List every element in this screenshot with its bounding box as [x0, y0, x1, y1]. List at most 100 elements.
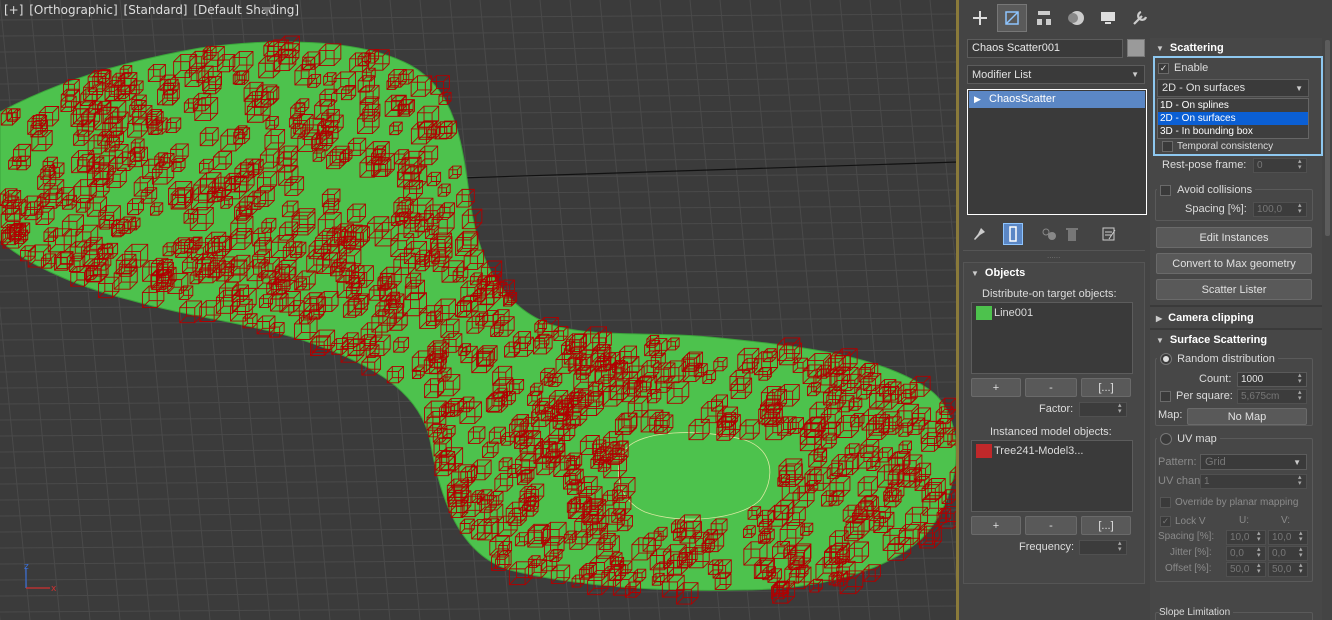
display-icon: [1101, 12, 1115, 24]
scatter-lister-button[interactable]: Scatter Lister: [1156, 279, 1312, 300]
slope-limitation-label: Slope Limitation: [1159, 607, 1234, 618]
scatter-mode-dropdown[interactable]: 2D - On surfaces ▼: [1157, 79, 1309, 97]
add-instance-button[interactable]: +: [971, 516, 1021, 535]
spacing-v-spinner[interactable]: 10,0: [1268, 530, 1308, 545]
stack-item-label: ChaosScatter: [989, 93, 1056, 105]
factor-label: Factor:: [1039, 403, 1074, 415]
avoid-collisions-toggle[interactable]: Avoid collisions: [1157, 184, 1256, 197]
instanced-objects-label: Instanced model objects:: [990, 426, 1112, 438]
viewport-view-label[interactable]: [Orthographic]: [29, 3, 117, 17]
filter-icon[interactable]: [261, 5, 273, 17]
viewport-label[interactable]: [+] [Orthographic] [Standard] [Default S…: [4, 3, 301, 17]
jitter-v-spinner[interactable]: 0,0: [1268, 546, 1308, 561]
display-tab[interactable]: [1093, 4, 1123, 32]
v-column-label: V:: [1281, 515, 1291, 526]
rest-pose-spinner[interactable]: 0: [1253, 158, 1307, 173]
viewport-orthographic[interactable]: [+] [Orthographic] [Standard] [Default S…: [0, 0, 958, 620]
surface-scattering-rollout-header[interactable]: ▼ Surface Scattering: [1152, 331, 1322, 349]
show-end-result-button[interactable]: [1003, 223, 1023, 245]
scatter-mode-options[interactable]: 1D - On splines 2D - On surfaces 3D - In…: [1157, 98, 1309, 139]
no-map-button[interactable]: No Map: [1187, 408, 1307, 425]
modifier-list-label: Modifier List: [972, 68, 1032, 81]
lock-v-checkbox[interactable]: ✓: [1160, 516, 1171, 527]
add-target-button[interactable]: +: [971, 378, 1021, 397]
panel-scrollbar[interactable]: [1325, 40, 1330, 236]
remove-target-button[interactable]: -: [1025, 378, 1077, 397]
instance-object-item[interactable]: Tree241-Model3...: [994, 445, 1083, 457]
utilities-icon: [1133, 10, 1148, 25]
override-planar-checkbox[interactable]: [1160, 497, 1171, 508]
offset-label: Offset [%]:: [1165, 563, 1212, 574]
avoid-collisions-checkbox[interactable]: [1160, 184, 1171, 196]
offset-u-spinner[interactable]: 50,0: [1226, 562, 1266, 577]
command-panel: Chaos Scatter001 Modifier List ▼ ▶ ChaosS…: [959, 0, 1332, 620]
count-spinner[interactable]: 1000: [1237, 372, 1307, 387]
motion-tab[interactable]: [1061, 4, 1091, 32]
target-objects-list[interactable]: Line001: [971, 302, 1133, 374]
utilities-tab[interactable]: [1125, 4, 1155, 32]
more-instances-button[interactable]: [...]: [1081, 516, 1131, 535]
object-name-field[interactable]: Chaos Scatter001: [967, 39, 1123, 58]
distribute-on-label: Distribute-on target objects:: [982, 288, 1117, 300]
pattern-dropdown[interactable]: Grid ▼: [1200, 454, 1307, 470]
scattering-rollout-header[interactable]: ▼ Scattering: [1152, 39, 1322, 57]
spacing-u-spinner[interactable]: 10,0: [1226, 530, 1266, 545]
convert-to-max-geometry-button[interactable]: Convert to Max geometry: [1156, 253, 1312, 274]
uv-channel-spinner[interactable]: 1: [1200, 474, 1307, 489]
remove-modifier-icon[interactable]: [1065, 226, 1079, 242]
spacing-spinner[interactable]: 100,0: [1253, 202, 1307, 217]
configure-modifier-sets-icon[interactable]: [1101, 226, 1117, 242]
mode-option-3d[interactable]: 3D - In bounding box: [1158, 125, 1308, 138]
temporal-consistency-checkbox[interactable]: [1162, 141, 1173, 152]
u-column-label: U:: [1239, 515, 1249, 526]
object-color-swatch[interactable]: [1127, 39, 1145, 57]
factor-spinner[interactable]: [1079, 402, 1127, 417]
random-distribution-radio[interactable]: [1160, 353, 1172, 366]
pin-stack-icon[interactable]: [971, 226, 987, 242]
camera-clipping-title: Camera clipping: [1168, 312, 1254, 324]
target-object-item[interactable]: Line001: [994, 307, 1033, 319]
divider: [1150, 305, 1322, 307]
create-icon: [973, 11, 987, 25]
jitter-u-spinner[interactable]: 0,0: [1226, 546, 1266, 561]
camera-clipping-rollout-header[interactable]: ▶ Camera clipping: [1152, 309, 1322, 327]
drag-handle-icon[interactable]: ......: [1047, 251, 1060, 260]
frequency-spinner[interactable]: [1079, 540, 1127, 555]
uv-map-option[interactable]: UV map: [1157, 433, 1220, 446]
offset-v-spinner[interactable]: 50,0: [1268, 562, 1308, 577]
make-unique-icon[interactable]: [1041, 226, 1057, 242]
remove-instance-button[interactable]: -: [1025, 516, 1077, 535]
viewport-standard-label[interactable]: [Standard]: [124, 3, 188, 17]
uv-map-radio[interactable]: [1160, 433, 1172, 446]
hierarchy-tab[interactable]: [1029, 4, 1059, 32]
mode-option-2d[interactable]: 2D - On surfaces: [1158, 112, 1308, 125]
command-panel-tabs: [959, 0, 1332, 36]
jitter-label: Jitter [%]:: [1170, 547, 1212, 558]
lock-v-label: Lock V: [1175, 516, 1206, 527]
temporal-consistency-label: Temporal consistency: [1177, 141, 1274, 152]
more-targets-button[interactable]: [...]: [1081, 378, 1131, 397]
expand-triangle-icon[interactable]: ▶: [974, 91, 981, 108]
viewport-shading-label[interactable]: [Default Shading]: [193, 3, 299, 17]
modifier-stack[interactable]: ▶ ChaosScatter: [967, 89, 1147, 215]
enable-checkbox[interactable]: ✓: [1158, 63, 1169, 74]
mode-option-1d[interactable]: 1D - On splines: [1158, 99, 1308, 112]
uv-spacing-label: Spacing [%]:: [1158, 531, 1215, 542]
per-square-spinner[interactable]: 5,675cm: [1237, 389, 1307, 404]
target-color-swatch: [976, 306, 992, 320]
divider: [1150, 328, 1322, 330]
per-square-checkbox[interactable]: [1160, 391, 1171, 402]
random-distribution-option[interactable]: Random distribution: [1157, 353, 1278, 366]
objects-rollout-header[interactable]: ▼ Objects: [967, 264, 1137, 282]
create-tab[interactable]: [965, 4, 995, 32]
instanced-objects-list[interactable]: Tree241-Model3...: [971, 440, 1133, 512]
stack-item-chaosscatter[interactable]: ▶ ChaosScatter: [969, 91, 1145, 108]
modifier-list-dropdown[interactable]: Modifier List ▼: [967, 65, 1145, 84]
map-label: Map:: [1158, 409, 1183, 421]
viewport-menu-plus[interactable]: [+]: [4, 3, 23, 17]
modify-tab[interactable]: [997, 4, 1027, 32]
surface-scattering-title: Surface Scattering: [1169, 334, 1268, 346]
modify-icon: [1005, 11, 1019, 25]
enable-label: Enable: [1174, 62, 1209, 74]
edit-instances-button[interactable]: Edit Instances: [1156, 227, 1312, 248]
